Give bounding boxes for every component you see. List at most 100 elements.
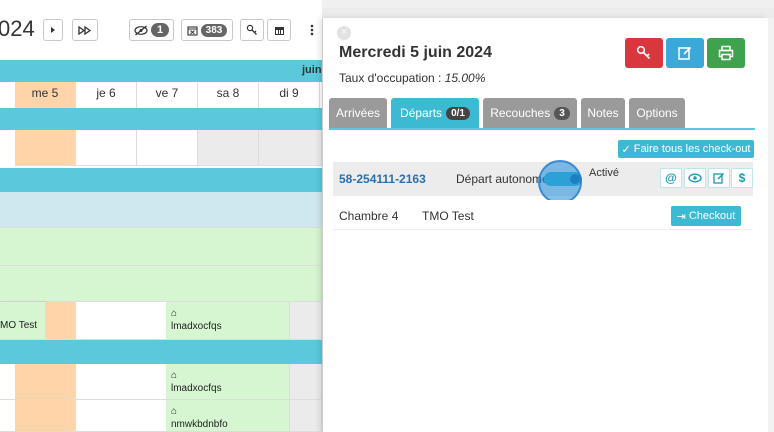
calendar-cell[interactable] — [290, 400, 322, 432]
tab-label: Départs — [400, 106, 443, 120]
calendar-count-badge: 383 — [200, 23, 228, 37]
tab-arrivals[interactable]: Arrivées — [329, 98, 387, 128]
tab-options[interactable]: Options — [629, 98, 685, 128]
reservation-label: nmwkbdnbfo — [171, 419, 228, 430]
key-icon — [636, 45, 651, 60]
tab-label: Recouches — [490, 106, 551, 120]
kebab-icon — [310, 24, 314, 36]
reservation-label: lmadxocfqs — [171, 321, 222, 332]
day-label: sa 8 — [198, 82, 259, 108]
tab-departures[interactable]: Départs 0/1 — [391, 98, 479, 128]
room-type-bar — [0, 108, 322, 130]
key-button[interactable] — [240, 19, 264, 41]
checkout-label: Checkout — [688, 210, 736, 222]
reservation-block[interactable]: ⌂ lmadxocfqs — [166, 302, 290, 340]
day-detail-panel: × Mercredi 5 juin 2024 Taux d'occupation… — [322, 18, 768, 432]
next-button[interactable] — [43, 19, 63, 41]
reservation-block[interactable]: ⌂ nmwkbdnbfo — [166, 400, 290, 432]
view-button[interactable] — [684, 168, 706, 188]
tab-recouches[interactable]: Recouches 3 — [483, 98, 577, 128]
edit-button[interactable] — [666, 38, 704, 68]
reservation-number-link[interactable]: 58-254111-2163 — [339, 172, 426, 186]
check-all-label: Faire tous les check-out — [633, 143, 751, 155]
day-label: ve 7 — [137, 82, 198, 108]
calendar-row — [0, 228, 322, 266]
scroll-gutter — [768, 18, 774, 432]
fast-forward-button[interactable] — [72, 19, 98, 41]
at-icon: @ — [665, 171, 677, 185]
more-menu-button[interactable] — [303, 19, 321, 41]
click-highlight — [538, 160, 582, 204]
calendar-cell[interactable] — [15, 400, 76, 432]
calendar-icon — [274, 26, 284, 35]
calendar-count-button[interactable]: 383 — [181, 19, 233, 41]
dollar-icon: $ — [738, 171, 746, 185]
app-root: 024 1 383 juin me 5 je 6 ve 7 sa 8 di 9 … — [0, 0, 774, 432]
hidden-filter-button[interactable]: 1 — [129, 19, 174, 41]
key-button[interactable] — [625, 38, 663, 68]
tab-bar: Arrivées Départs 0/1 Recouches 3 Notes O… — [329, 98, 755, 130]
email-button[interactable]: @ — [660, 168, 682, 188]
month-label: juin — [302, 64, 322, 76]
occupancy-value: 15.00% — [444, 71, 486, 85]
status-label: Activé — [589, 167, 619, 179]
play-icon — [51, 27, 55, 33]
sign-out-icon: ⇥ — [676, 210, 686, 223]
departure-row: 58-254111-2163 Départ autonome : Activé … — [333, 160, 753, 204]
calendar-row — [0, 192, 322, 228]
tab-label: Arrivées — [335, 106, 380, 120]
person-icon: ⌂ — [171, 370, 178, 381]
calendar-area: 024 1 383 juin me 5 je 6 ve 7 sa 8 di 9 … — [0, 0, 322, 432]
tab-label: Options — [636, 106, 678, 120]
panel-title: Mercredi 5 juin 2024 — [339, 44, 492, 61]
calendar-cell[interactable] — [290, 302, 322, 340]
occupancy-rate: Taux d'occupation : 15.00% — [339, 71, 485, 85]
day-label: me 5 — [15, 82, 76, 108]
room-type-bar — [0, 340, 322, 364]
day-label: di 9 — [259, 82, 320, 108]
tab-count-badge: 0/1 — [446, 106, 470, 120]
person-icon: ⌂ — [171, 308, 178, 319]
calendar-cell[interactable] — [198, 130, 259, 166]
fast-forward-icon — [78, 25, 92, 35]
calendar-cell[interactable] — [46, 302, 76, 340]
eye-icon — [688, 173, 702, 183]
tab-notes[interactable]: Notes — [581, 98, 625, 128]
calendar-cell[interactable] — [259, 130, 322, 166]
year-label: 024 — [0, 16, 35, 41]
edit-icon — [678, 46, 692, 60]
reservation-label: MO Test — [0, 320, 38, 331]
calendar-cell[interactable] — [137, 130, 198, 166]
tab-count-badge: 3 — [554, 106, 570, 120]
edit-icon — [713, 172, 725, 184]
reservation-block[interactable]: ⌂ lmadxocfqs — [166, 364, 290, 400]
reservation-label: lmadxocfqs — [171, 383, 222, 394]
print-button[interactable] — [707, 38, 745, 68]
reservation-block[interactable]: MO Test — [0, 302, 46, 340]
occupancy-label: Taux d'occupation : — [339, 71, 442, 85]
check-icon: ✓ — [621, 143, 631, 156]
print-icon — [718, 45, 734, 61]
check-all-button[interactable]: ✓ Faire tous les check-out — [618, 140, 754, 158]
edit-reservation-button[interactable] — [708, 168, 730, 188]
calendar-cell[interactable] — [290, 364, 322, 400]
payment-button[interactable]: $ — [731, 168, 753, 188]
guest-name: TMO Test — [422, 209, 474, 223]
tab-label: Notes — [587, 106, 619, 120]
calendar-cell[interactable] — [15, 130, 76, 166]
room-type-bar — [0, 168, 322, 192]
checkout-button[interactable]: ⇥ Checkout — [671, 206, 741, 226]
room-label: Chambre 4 — [339, 209, 399, 223]
key-icon — [246, 24, 257, 35]
hidden-count-badge: 1 — [150, 23, 170, 37]
person-icon: ⌂ — [171, 406, 178, 417]
calendar-cell[interactable] — [76, 130, 137, 166]
month-bar: juin — [0, 60, 322, 82]
close-icon[interactable]: × — [337, 26, 351, 40]
calendar-cell[interactable] — [15, 364, 76, 400]
eye-slash-icon — [134, 24, 148, 36]
calendar-button[interactable] — [267, 19, 291, 41]
day-label: je 6 — [76, 82, 137, 108]
calendar-row — [0, 266, 322, 302]
calendar-x-icon — [187, 25, 198, 36]
